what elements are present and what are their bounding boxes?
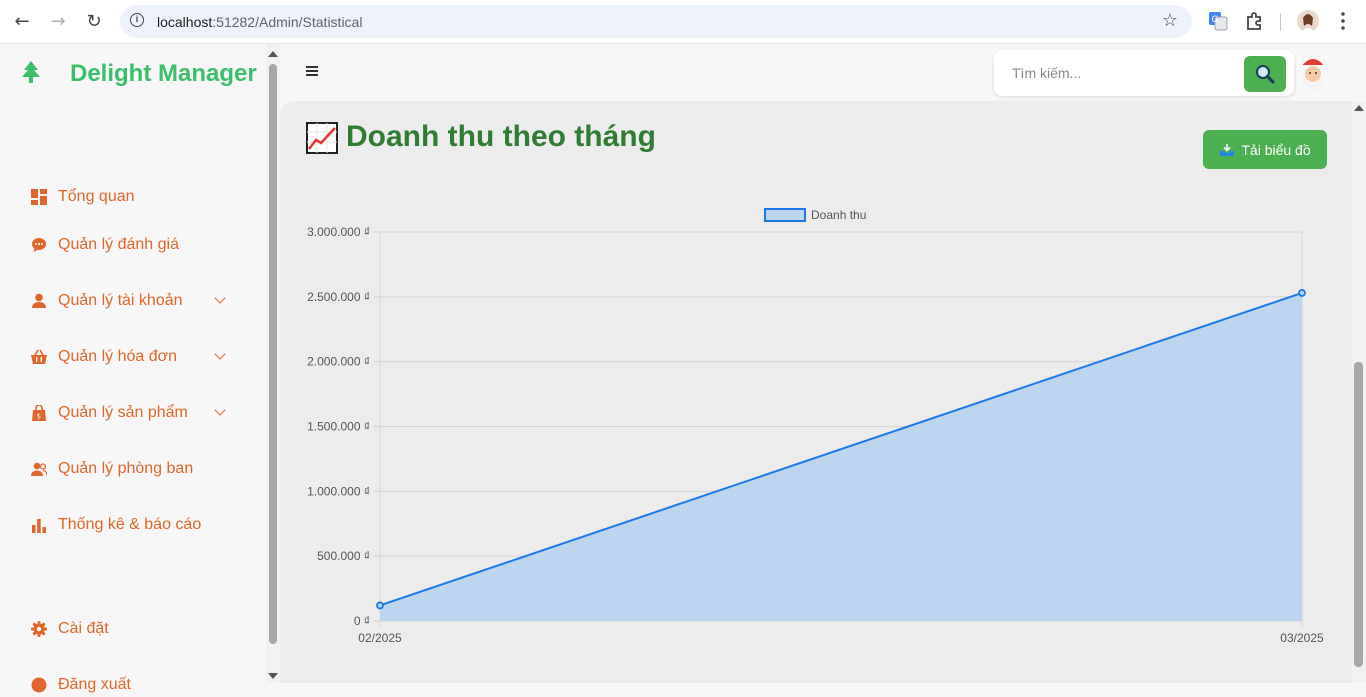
users-icon [30,460,48,478]
legend-swatch [764,208,806,222]
series-area [380,292,1302,621]
sidebar: Delight Manager Tổng quan Quản lý đánh g… [0,44,266,693]
chart-legend[interactable]: Doanh thu [764,208,866,222]
toolbar-divider [1280,13,1281,31]
sidebar-item-label: Quản lý phòng ban [58,460,194,477]
y-tick-label: 2.500.000 ₫ [307,290,370,304]
brand-name[interactable]: Delight Manager [70,60,257,88]
comment-icon [30,236,48,254]
download-chart-button[interactable]: Tải biểu đồ [1203,130,1327,169]
svg-text:G: G [1212,15,1219,25]
logout-icon [30,676,48,694]
sidebar-item-reviews[interactable]: Quản lý đánh giá [30,233,179,257]
sidebar-item-invoices[interactable]: Quản lý hóa đơn [30,345,226,369]
shopping-bag-icon: $ [30,404,48,422]
data-point [1298,289,1306,297]
url-text[interactable]: localhost:51282/Admin/Statistical [157,14,362,30]
sidebar-item-logout[interactable]: Đăng xuất [30,673,131,697]
search-button[interactable] [1244,56,1286,92]
y-axis: 0 ₫ 500.000 ₫ 1.000.000 ₫ 1.500.000 ₫ 2.000.… [307,225,370,628]
sidebar-item-label: Cài đặt [58,620,109,637]
page-title: Doanh thu theo tháng [346,120,656,153]
search-bar [994,50,1294,96]
scroll-up-arrow-icon[interactable] [1354,105,1364,111]
bar-chart-icon [30,516,48,534]
sidebar-item-label: Quản lý đánh giá [58,236,179,253]
sidebar-item-label: Quản lý sản phẩm [58,404,188,421]
search-icon [1256,65,1275,84]
sidebar-item-label: Quản lý tài khoản [58,292,183,309]
browser-menu-icon[interactable] [1336,11,1350,31]
profile-avatar[interactable] [1297,10,1319,32]
site-info-icon[interactable]: i [130,13,144,27]
sidebar-item-settings[interactable]: Cài đặt [30,617,109,641]
browser-toolbar: ← → ↻ i localhost:51282/Admin/Statistica… [0,0,1366,44]
translate-extension-icon[interactable]: G [1208,11,1228,31]
data-point [376,601,384,610]
x-tick-label: 03/2025 [1280,631,1324,645]
y-tick-label: 3.000.000 ₫ [307,225,370,239]
user-icon [30,292,48,310]
chart-increasing-icon [306,122,338,154]
chevron-down-icon[interactable] [214,404,226,416]
dashboard-icon [30,188,48,206]
sidebar-item-label: Thống kê & báo cáo [58,516,202,533]
hamburger-menu-icon[interactable] [306,66,318,76]
sidebar-item-accounts[interactable]: Quản lý tài khoản [30,289,226,313]
inbox-tray-icon [1220,143,1235,156]
chart-plot [376,289,1306,621]
search-input[interactable] [1002,58,1232,88]
address-bar[interactable]: i localhost:51282/Admin/Statistical ☆ [120,5,1192,38]
chevron-down-icon[interactable] [214,292,226,304]
sidebar-item-statistics[interactable]: Thống kê & báo cáo [30,513,201,537]
scroll-down-arrow-icon[interactable] [268,673,278,679]
y-tick-label: 1.000.000 ₫ [307,484,370,498]
extensions-puzzle-icon[interactable] [1244,10,1266,32]
sidebar-item-departments[interactable]: Quản lý phòng ban [30,457,193,481]
sidebar-item-label: Đăng xuất [58,676,131,693]
download-label: Tải biểu đồ [1241,141,1311,158]
sidebar-item-label: Tổng quan [58,188,135,205]
sidebar-item-products[interactable]: $ Quản lý sản phẩm [30,401,226,425]
revenue-chart: Doanh thu 0 ₫ 500.000 ₫ 1.000.000 ₫ 1.500.0… [307,208,1324,645]
user-avatar[interactable] [1296,53,1330,91]
legend-label: Doanh thu [811,208,866,222]
reload-icon[interactable]: ↻ [81,9,107,35]
back-icon[interactable]: ← [9,9,35,35]
y-tick-label: 2.000.000 ₫ [307,355,370,369]
x-axis: 02/2025 03/2025 [358,631,1324,645]
basket-icon [30,348,48,366]
main-scrollbar-thumb[interactable] [1354,362,1363,667]
gear-icon [30,620,48,638]
sidebar-item-label: Quản lý hóa đơn [58,348,178,365]
x-tick-label: 02/2025 [358,631,402,645]
sidebar-scrollbar-thumb[interactable] [269,64,277,644]
bookmark-star-icon[interactable]: ☆ [1162,10,1178,31]
y-tick-label: 0 ₫ [354,614,370,628]
scroll-up-arrow-icon[interactable] [268,51,278,57]
sidebar-item-overview[interactable]: Tổng quan [30,185,135,209]
tree-logo-icon [22,61,40,83]
chevron-down-icon[interactable] [214,348,226,360]
y-tick-label: 1.500.000 ₫ [307,420,370,434]
y-tick-label: 500.000 ₫ [317,549,370,563]
forward-icon[interactable]: → [45,9,71,35]
svg-text:$: $ [37,413,41,421]
